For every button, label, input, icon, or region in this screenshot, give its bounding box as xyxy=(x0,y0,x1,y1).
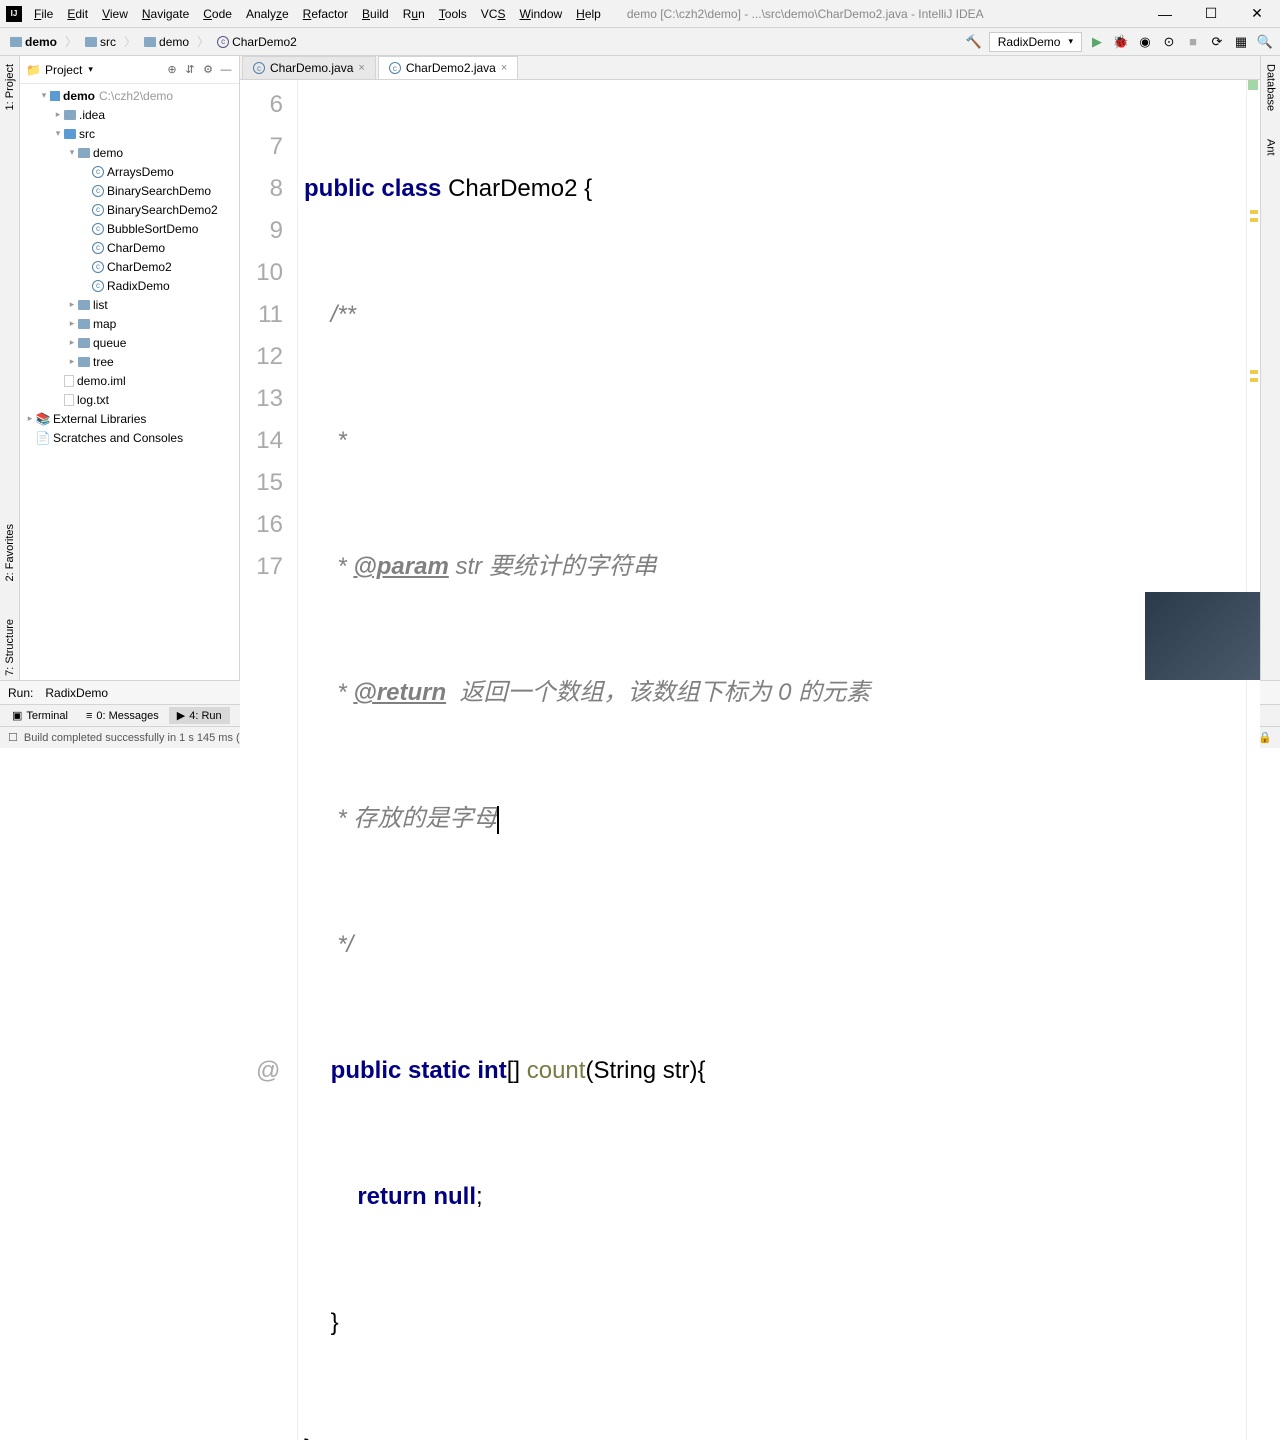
run-button[interactable]: ▶ xyxy=(1088,33,1106,51)
maximize-button[interactable]: ☐ xyxy=(1188,0,1234,28)
warn-marker[interactable] xyxy=(1250,370,1258,374)
breadcrumb-demo[interactable]: demo xyxy=(6,33,61,51)
tree-chardemo2[interactable]: cCharDemo2 xyxy=(20,257,239,276)
tool-structure[interactable]: 7: Structure xyxy=(4,615,16,680)
update-button[interactable]: ⟳ xyxy=(1208,33,1226,51)
tree-external[interactable]: ▸📚External Libraries xyxy=(20,409,239,428)
tree-map[interactable]: ▸map xyxy=(20,314,239,333)
profile-button[interactable]: ⊙ xyxy=(1160,33,1178,51)
tree-binarysearchdemo2[interactable]: cBinarySearchDemo2 xyxy=(20,200,239,219)
menu-file[interactable]: File xyxy=(28,5,59,23)
menu-code[interactable]: Code xyxy=(197,5,238,23)
project-view-selector[interactable]: 📁 Project xyxy=(26,63,161,77)
close-icon[interactable]: × xyxy=(501,62,507,74)
tab-messages[interactable]: ≡ 0: Messages xyxy=(78,708,167,724)
search-everywhere-icon[interactable]: 🔍 xyxy=(1256,33,1274,51)
menu-run[interactable]: Run xyxy=(397,5,431,23)
warn-marker[interactable] xyxy=(1250,218,1258,222)
tree-root[interactable]: ▾demoC:\czh2\demo xyxy=(20,86,239,105)
tab-chardemo[interactable]: cCharDemo.java× xyxy=(242,56,376,79)
tool-favorites[interactable]: 2: Favorites xyxy=(4,520,16,585)
tree-bubblesortdemo[interactable]: cBubbleSortDemo xyxy=(20,219,239,238)
stop-button[interactable]: ■ xyxy=(1184,33,1202,51)
menu-help[interactable]: Help xyxy=(570,5,607,23)
tree-scratches[interactable]: 📄Scratches and Consoles xyxy=(20,428,239,447)
tree-binarysearchdemo[interactable]: cBinarySearchDemo xyxy=(20,181,239,200)
run-label: Run: xyxy=(8,686,33,700)
tool-project[interactable]: 1: Project xyxy=(4,60,16,114)
menu-window[interactable]: Window xyxy=(513,5,568,23)
project-tree[interactable]: ▾demoC:\czh2\demo ▸.idea ▾src ▾demo cArr… xyxy=(20,84,239,680)
tree-iml[interactable]: demo.iml xyxy=(20,371,239,390)
menu-navigate[interactable]: Navigate xyxy=(136,5,195,23)
status-marker xyxy=(1248,80,1258,90)
project-structure-icon[interactable]: ▦ xyxy=(1232,33,1250,51)
menu-edit[interactable]: Edit xyxy=(61,5,94,23)
gutter-annotation: @ xyxy=(256,1050,280,1092)
build-icon[interactable]: 🔨 xyxy=(965,33,983,51)
app-icon: IJ xyxy=(6,6,22,22)
nav-breadcrumb: demo 〉 src 〉 demo 〉 cCharDemo2 xyxy=(6,33,961,51)
tree-arraysdemo[interactable]: cArraysDemo xyxy=(20,162,239,181)
menu-tools[interactable]: Tools xyxy=(433,5,473,23)
hide-icon[interactable]: — xyxy=(219,63,233,77)
text-cursor xyxy=(497,806,499,834)
menu-view[interactable]: View xyxy=(96,5,134,23)
line-gutter: 67891011121314151617 xyxy=(240,80,298,1440)
tree-src[interactable]: ▾src xyxy=(20,124,239,143)
minimize-button[interactable]: — xyxy=(1142,0,1188,28)
tree-chardemo[interactable]: cCharDemo xyxy=(20,238,239,257)
tree-demo-pkg[interactable]: ▾demo xyxy=(20,143,239,162)
locate-icon[interactable]: ⊕ xyxy=(165,63,179,77)
tab-chardemo2[interactable]: cCharDemo2.java× xyxy=(378,56,518,79)
tool-ant[interactable]: Ant xyxy=(1265,135,1277,160)
close-icon[interactable]: × xyxy=(358,62,364,74)
debug-button[interactable]: 🐞 xyxy=(1112,33,1130,51)
tree-radixdemo[interactable]: cRadixDemo xyxy=(20,276,239,295)
collapse-icon[interactable]: ⇵ xyxy=(183,63,197,77)
tab-run[interactable]: ▶ 4: Run xyxy=(169,707,230,724)
breadcrumb-src[interactable]: src xyxy=(81,33,120,51)
breadcrumb-pkg[interactable]: demo xyxy=(140,33,193,51)
close-button[interactable]: ✕ xyxy=(1234,0,1280,28)
webcam-overlay xyxy=(1145,592,1260,680)
breadcrumb-class[interactable]: cCharDemo2 xyxy=(213,33,301,51)
run-config-name: RadixDemo xyxy=(45,686,108,700)
tree-tree[interactable]: ▸tree xyxy=(20,352,239,371)
warn-marker[interactable] xyxy=(1250,378,1258,382)
marker-bar[interactable] xyxy=(1246,80,1260,1440)
run-config-selector[interactable]: RadixDemo xyxy=(989,32,1082,52)
tree-log[interactable]: log.txt xyxy=(20,390,239,409)
coverage-button[interactable]: ◉ xyxy=(1136,33,1154,51)
tool-database[interactable]: Database xyxy=(1265,60,1277,115)
menu-vcs[interactable]: VCS xyxy=(475,5,512,23)
warn-marker[interactable] xyxy=(1250,210,1258,214)
tree-queue[interactable]: ▸queue xyxy=(20,333,239,352)
menu-analyze[interactable]: Analyze xyxy=(240,5,295,23)
main-menu: File Edit View Navigate Code Analyze Ref… xyxy=(28,5,607,23)
tree-list[interactable]: ▸list xyxy=(20,295,239,314)
lock-icon[interactable]: 🔒 xyxy=(1258,731,1272,744)
tab-terminal[interactable]: ▣ Terminal xyxy=(4,707,76,724)
settings-icon[interactable]: ⚙ xyxy=(201,63,215,77)
tree-idea[interactable]: ▸.idea xyxy=(20,105,239,124)
status-icon[interactable]: ☐ xyxy=(8,731,18,744)
menu-refactor[interactable]: Refactor xyxy=(297,5,354,23)
window-title: demo [C:\czh2\demo] - ...\src\demo\CharD… xyxy=(627,7,1142,21)
code-editor[interactable]: 67891011121314151617 public class CharDe… xyxy=(240,80,1260,1440)
menu-build[interactable]: Build xyxy=(356,5,395,23)
